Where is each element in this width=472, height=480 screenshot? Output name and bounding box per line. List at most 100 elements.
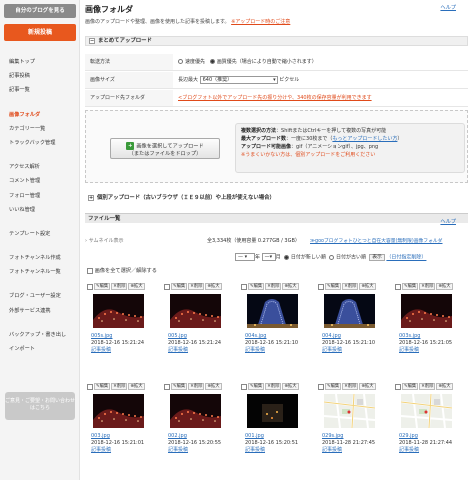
thumbnail-view-toggle[interactable]: › サムネイル表示 [85, 237, 124, 244]
image-checkbox[interactable] [395, 283, 401, 290]
sidebar-item[interactable]: カテゴリー一覧 [0, 122, 80, 136]
help-link[interactable]: ヘルプ [440, 4, 456, 11]
sidebar-item[interactable]: 記事一覧 [0, 83, 80, 97]
image-checkbox[interactable] [318, 283, 324, 290]
bulk-upload-header[interactable]: − まとめてアップロード [85, 36, 468, 46]
new-post-button[interactable]: 新規投稿 [4, 24, 76, 41]
sidebar-item[interactable]: いいね管理 [0, 203, 80, 217]
sort-newest-radio[interactable] [283, 254, 289, 260]
image-post-link[interactable]: 記事投稿 [91, 447, 111, 453]
view-my-blog-button[interactable]: 自分のブログを見る [4, 4, 76, 18]
transfer-speed-radio[interactable] [178, 59, 183, 64]
image-checkbox[interactable] [318, 383, 324, 390]
card-edit-button[interactable]: ✎編集 [171, 383, 188, 390]
card-delete-button[interactable]: ✕削除 [419, 383, 436, 390]
individual-upload-header[interactable]: + 個別アップロード（古いブラウザ（ＩＥ９以前）や上段が使えない場合） [85, 194, 468, 204]
card-edit-button[interactable]: ✎編集 [325, 383, 342, 390]
card-zoom-button[interactable]: ⊕拡大 [359, 383, 376, 390]
image-filename-link[interactable]: 001.jpg [245, 433, 264, 439]
card-edit-button[interactable]: ✎編集 [94, 283, 111, 290]
sidebar-item[interactable]: フォトチャンネル一覧 [0, 265, 80, 279]
image-filename-link[interactable]: 029s.jpg [322, 433, 343, 439]
image-post-link[interactable]: 記事投稿 [399, 347, 419, 353]
card-delete-button[interactable]: ✕削除 [188, 383, 205, 390]
image-filename-link[interactable]: 004.jpg [322, 333, 341, 339]
image-post-link[interactable]: 記事投稿 [245, 347, 265, 353]
month-select[interactable]: —▾ [261, 253, 276, 261]
select-upload-button[interactable]: + 画像を選択してアップロード （またはファイルをドロップ） [110, 138, 220, 159]
card-delete-button[interactable]: ✕削除 [265, 283, 282, 290]
image-thumbnail[interactable] [170, 294, 221, 328]
image-thumbnail[interactable] [401, 294, 452, 328]
card-edit-button[interactable]: ✎編集 [248, 283, 265, 290]
image-checkbox[interactable] [395, 383, 401, 390]
sidebar-item[interactable]: フォトチャンネル作成 [0, 251, 80, 265]
sidebar-item[interactable]: テンプレート設定 [0, 227, 80, 241]
image-post-link[interactable]: 記事投稿 [168, 447, 188, 453]
image-thumbnail[interactable] [93, 394, 144, 428]
image-filename-link[interactable]: 003.jpg [91, 433, 110, 439]
image-post-link[interactable]: 記事投稿 [322, 347, 342, 353]
card-delete-button[interactable]: ✕削除 [111, 383, 128, 390]
card-edit-button[interactable]: ✎編集 [171, 283, 188, 290]
card-zoom-button[interactable]: ⊕拡大 [436, 383, 453, 390]
card-zoom-button[interactable]: ⊕拡大 [205, 383, 222, 390]
image-filename-link[interactable]: 029.jpg [399, 433, 418, 439]
transfer-quality-radio[interactable] [209, 59, 215, 64]
date-delete-link[interactable]: （日付指定削除） [386, 255, 426, 261]
card-zoom-button[interactable]: ⊕拡大 [282, 383, 299, 390]
usage-upgrade-link[interactable]: ≫gooブログフォトひとつと自在大容量(無制限)画像フォルダ [310, 239, 442, 244]
image-checkbox[interactable] [87, 283, 93, 290]
image-thumbnail[interactable] [247, 294, 298, 328]
sidebar-item[interactable]: フォロー管理 [0, 189, 80, 203]
card-zoom-button[interactable]: ⊕拡大 [128, 283, 145, 290]
card-edit-button[interactable]: ✎編集 [94, 383, 111, 390]
image-thumbnail[interactable] [170, 394, 221, 428]
upload-notice-link[interactable]: ※アップロード時のご注意 [231, 19, 290, 25]
year-select[interactable]: — ▾ [235, 253, 255, 261]
show-button[interactable]: 表示 [369, 253, 385, 261]
card-edit-button[interactable]: ✎編集 [325, 283, 342, 290]
card-delete-button[interactable]: ✕削除 [265, 383, 282, 390]
card-delete-button[interactable]: ✕削除 [342, 383, 359, 390]
image-checkbox[interactable] [241, 383, 247, 390]
file-list-help-link[interactable]: ヘルプ [440, 218, 456, 225]
folder-upgrade-link[interactable]: <ブログフォト以外でアップロード先の振り分けや、340枚の保存容量が利用できます [178, 95, 372, 101]
image-checkbox[interactable] [164, 283, 170, 290]
image-thumbnail[interactable] [401, 394, 452, 428]
image-post-link[interactable]: 記事投稿 [245, 447, 265, 453]
sidebar-item[interactable]: コメント管理 [0, 174, 80, 188]
feedback-button[interactable]: ご意見・ご要望・お問い合わせはこちら [5, 392, 75, 420]
image-filename-link[interactable]: 003s.jpg [399, 333, 420, 339]
card-zoom-button[interactable]: ⊕拡大 [359, 283, 376, 290]
image-post-link[interactable]: 記事投稿 [399, 447, 419, 453]
image-thumbnail[interactable] [93, 294, 144, 328]
card-delete-button[interactable]: ✕削除 [188, 283, 205, 290]
image-checkbox[interactable] [164, 383, 170, 390]
card-zoom-button[interactable]: ⊕拡大 [128, 383, 145, 390]
drop-zone[interactable]: + 画像を選択してアップロード （またはファイルをドロップ） 複数選択の方法：Sh… [85, 110, 468, 183]
card-zoom-button[interactable]: ⊕拡大 [282, 283, 299, 290]
card-edit-button[interactable]: ✎編集 [402, 383, 419, 390]
card-zoom-button[interactable]: ⊕拡大 [436, 283, 453, 290]
sidebar-item[interactable]: 記事投稿 [0, 69, 80, 83]
image-filename-link[interactable]: 005.jpg [168, 333, 187, 339]
card-delete-button[interactable]: ✕削除 [419, 283, 436, 290]
image-post-link[interactable]: 記事投稿 [91, 347, 111, 353]
image-thumbnail[interactable] [324, 294, 375, 328]
card-delete-button[interactable]: ✕削除 [342, 283, 359, 290]
sort-oldest-radio[interactable] [329, 254, 335, 260]
image-checkbox[interactable] [241, 283, 247, 290]
sidebar-item[interactable]: アクセス解析 [0, 160, 80, 174]
sidebar-item[interactable]: インポート [0, 342, 80, 356]
select-all-checkbox[interactable] [87, 267, 93, 274]
image-thumbnail[interactable] [324, 394, 375, 428]
sidebar-item[interactable]: 編集トップ [0, 55, 80, 69]
card-delete-button[interactable]: ✕削除 [111, 283, 128, 290]
image-post-link[interactable]: 記事投稿 [322, 447, 342, 453]
image-checkbox[interactable] [87, 383, 93, 390]
image-thumbnail[interactable] [247, 394, 298, 428]
more-upload-link[interactable]: もっとアップロードしたい方 [332, 136, 397, 142]
image-post-link[interactable]: 記事投稿 [168, 347, 188, 353]
image-filename-link[interactable]: 004s.jpg [245, 333, 266, 339]
